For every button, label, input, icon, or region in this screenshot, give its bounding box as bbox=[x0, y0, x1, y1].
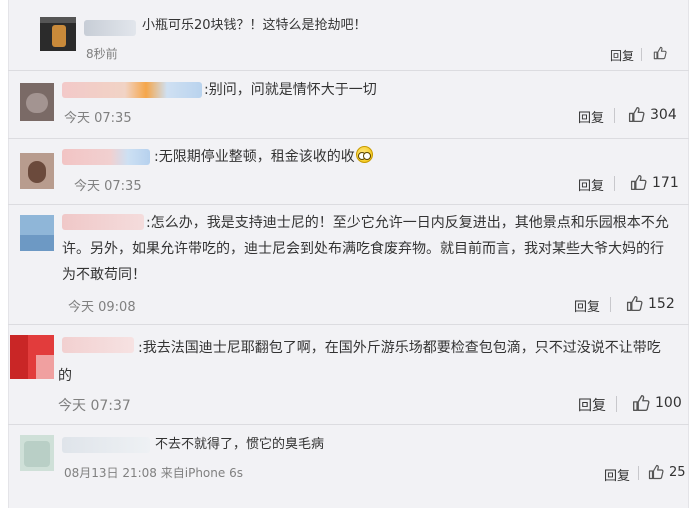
reply-button[interactable]: 回复 bbox=[578, 395, 606, 415]
reply-button[interactable]: 回复 bbox=[578, 175, 604, 194]
action-divider bbox=[614, 108, 615, 123]
comment-time: 今天 07:35 bbox=[74, 179, 142, 194]
like-count: 304 bbox=[650, 106, 677, 123]
action-divider bbox=[610, 297, 611, 312]
like-button[interactable] bbox=[653, 46, 672, 60]
reply-button[interactable]: 回复 bbox=[578, 107, 604, 126]
dizzy-eyes-emoji-icon bbox=[355, 146, 373, 163]
thumbs-up-icon bbox=[648, 464, 664, 480]
like-count: 100 bbox=[655, 395, 682, 411]
thumbs-up-icon bbox=[630, 174, 647, 191]
action-divider bbox=[641, 48, 642, 61]
username-blurred[interactable] bbox=[62, 337, 134, 353]
comment-text-line: 为不敢苟同！ bbox=[62, 267, 146, 283]
like-button[interactable]: 304 bbox=[628, 106, 677, 123]
username-blurred[interactable] bbox=[62, 214, 144, 230]
like-button[interactable]: 25 bbox=[648, 464, 686, 480]
like-count: 152 bbox=[648, 295, 675, 312]
comment-time: 08月13日 21:08 来自iPhone 6s bbox=[64, 466, 243, 480]
thumbs-up-icon bbox=[653, 46, 667, 60]
username-blurred[interactable] bbox=[84, 20, 136, 36]
reply-button[interactable]: 回复 bbox=[574, 296, 600, 315]
like-button[interactable]: 152 bbox=[626, 295, 675, 312]
like-count: 25 bbox=[669, 464, 686, 480]
like-button[interactable]: 100 bbox=[632, 394, 682, 412]
comment-text-content: :无限期停业整顿，租金该收的收 bbox=[154, 149, 355, 165]
comment-time: 今天 07:37 bbox=[58, 398, 131, 414]
comment-item: :无限期停业整顿，租金该收的收 今天 07:35 回复 171 bbox=[8, 139, 689, 205]
comment-text-line: :我去法国迪士尼耶翻包了啊，在国外斤游乐场都要检查包包滴，只不过没说不让带吃 bbox=[138, 340, 661, 356]
comment-item: :我去法国迪士尼耶翻包了啊，在国外斤游乐场都要检查包包滴，只不过没说不让带吃 的… bbox=[8, 325, 689, 425]
comment-text: 小瓶可乐20块钱？！这特么是抢劫吧！ bbox=[142, 18, 367, 33]
comment-item: :怎么办，我是支持迪士尼的！至少它允许一日内反复进出，其他景点和乐园根本不允 许… bbox=[8, 205, 689, 325]
comment-time: 今天 07:35 bbox=[64, 111, 132, 126]
avatar[interactable] bbox=[40, 17, 76, 51]
action-divider bbox=[614, 176, 615, 191]
like-count: 171 bbox=[652, 174, 679, 191]
like-button[interactable]: 171 bbox=[630, 174, 679, 191]
username-blurred[interactable] bbox=[62, 437, 150, 453]
username-blurred[interactable] bbox=[62, 82, 202, 98]
action-divider bbox=[616, 396, 617, 412]
avatar[interactable] bbox=[20, 215, 54, 251]
comment-text-line: 的 bbox=[58, 368, 72, 384]
thumbs-up-icon bbox=[633, 395, 650, 411]
comment-text: :别问，问就是情怀大于一切 bbox=[204, 82, 377, 98]
comment-text-line: :怎么办，我是支持迪士尼的！至少它允许一日内反复进出，其他景点和乐园根本不允 bbox=[146, 215, 669, 231]
comment-text-line: 许。另外，如果允许带吃的，迪士尼会到处布满吃食废弃物。就目前而言，我对某些大爷大… bbox=[62, 241, 664, 257]
comment-item: :别问，问就是情怀大于一切 今天 07:35 回复 304 bbox=[8, 71, 689, 139]
reply-button[interactable]: 回复 bbox=[604, 465, 630, 484]
avatar[interactable] bbox=[20, 83, 54, 121]
comment-time: 今天 09:08 bbox=[68, 300, 136, 315]
avatar[interactable] bbox=[20, 435, 54, 471]
reply-button[interactable]: 回复 bbox=[610, 47, 634, 64]
username-blurred[interactable] bbox=[62, 149, 150, 165]
avatar[interactable] bbox=[10, 335, 54, 379]
comment-text: 不去不就得了，惯它的臭毛病 bbox=[155, 437, 325, 452]
thumbs-up-icon bbox=[626, 295, 643, 312]
comment-item: 不去不就得了，惯它的臭毛病 08月13日 21:08 来自iPhone 6s 回… bbox=[8, 425, 689, 500]
action-divider bbox=[638, 466, 639, 480]
comment-text: :无限期停业整顿，租金该收的收 bbox=[154, 144, 373, 170]
thumbs-up-icon bbox=[628, 106, 645, 123]
comment-item: 小瓶可乐20块钱？！这特么是抢劫吧！ 8秒前 回复 bbox=[8, 0, 689, 71]
comment-time: 8秒前 bbox=[86, 47, 118, 61]
avatar[interactable] bbox=[20, 153, 54, 189]
